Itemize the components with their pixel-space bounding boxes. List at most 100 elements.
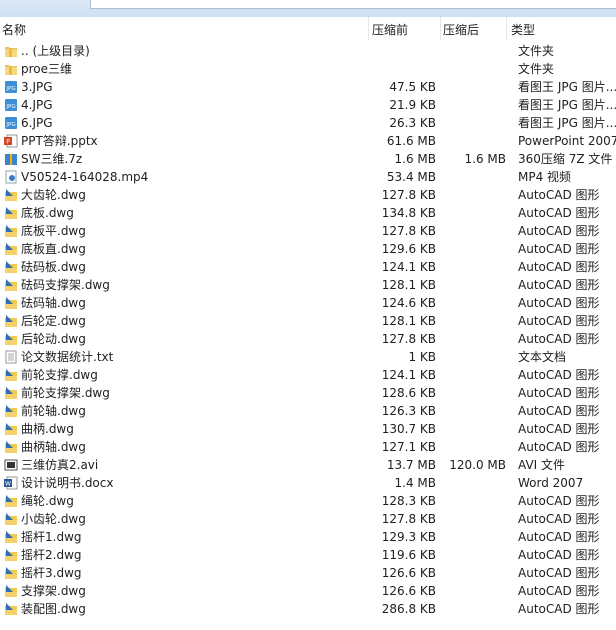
jpg-icon: JPG — [4, 80, 18, 94]
file-type: PowerPoint 2007 — [518, 134, 616, 148]
size-before: 124.1 KB — [381, 368, 436, 382]
file-name: 6.JPG — [21, 116, 53, 130]
file-name: 摇杆1.dwg — [21, 530, 82, 544]
dwg-icon — [4, 278, 18, 292]
size-before: 21.9 KB — [389, 98, 436, 112]
file-row[interactable]: V50524-164028.mp4 53.4 MB MP4 视频 — [0, 168, 616, 186]
file-type: 文本文档 — [518, 350, 567, 364]
file-name: 前轮轴.dwg — [21, 404, 86, 418]
dwg-icon — [4, 404, 18, 418]
avi-icon — [4, 458, 18, 472]
dwg-icon — [4, 440, 18, 454]
file-name: 砝码轴.dwg — [21, 296, 86, 310]
file-row[interactable]: 摇杆2.dwg 119.6 KB AutoCAD 图形 — [0, 546, 616, 564]
size-before: 128.6 KB — [381, 386, 436, 400]
file-name: SW三维.7z — [21, 152, 83, 166]
size-before: 26.3 KB — [389, 116, 436, 130]
file-name: 砝码板.dwg — [21, 260, 86, 274]
file-name: 设计说明书.docx — [21, 476, 114, 490]
file-name: 底板平.dwg — [21, 224, 86, 238]
file-row[interactable]: 底板.dwg 134.8 KB AutoCAD 图形 — [0, 204, 616, 222]
file-row[interactable]: 砝码轴.dwg 124.6 KB AutoCAD 图形 — [0, 294, 616, 312]
column-divider[interactable] — [368, 17, 369, 41]
column-name[interactable]: 名称 — [2, 21, 26, 38]
dwg-icon — [4, 206, 18, 220]
file-row[interactable]: 砝码支撑架.dwg 128.1 KB AutoCAD 图形 — [0, 276, 616, 294]
file-row[interactable]: 摇杆1.dwg 129.3 KB AutoCAD 图形 — [0, 528, 616, 546]
file-name: PPT答辩.pptx — [21, 134, 98, 148]
file-row[interactable]: 论文数据统计.txt 1 KB 文本文档 — [0, 348, 616, 366]
size-before: 53.4 MB — [386, 170, 436, 184]
file-type: AutoCAD 图形 — [518, 206, 600, 220]
file-row[interactable]: 摇杆3.dwg 126.6 KB AutoCAD 图形 — [0, 564, 616, 582]
file-row[interactable]: JPG 3.JPG 47.5 KB 看图王 JPG 图片... — [0, 78, 616, 96]
file-name: .. (上级目录) — [21, 44, 90, 58]
size-before: 129.6 KB — [381, 242, 436, 256]
dwg-icon — [4, 296, 18, 310]
file-type: 看图王 JPG 图片... — [518, 116, 616, 130]
file-name: 装配图.dwg — [21, 602, 86, 616]
dwg-icon — [4, 422, 18, 436]
file-row[interactable]: 底板直.dwg 129.6 KB AutoCAD 图形 — [0, 240, 616, 258]
column-divider[interactable] — [506, 17, 507, 41]
file-row[interactable]: 绳轮.dwg 128.3 KB AutoCAD 图形 — [0, 492, 616, 510]
file-type: AutoCAD 图形 — [518, 440, 600, 454]
dwg-icon — [4, 224, 18, 238]
file-row[interactable]: P PPT答辩.pptx 61.6 MB PowerPoint 2007 — [0, 132, 616, 150]
size-before: 47.5 KB — [389, 80, 436, 94]
file-row[interactable]: 支撑架.dwg 126.6 KB AutoCAD 图形 — [0, 582, 616, 600]
file-type: AutoCAD 图形 — [518, 602, 600, 616]
file-row[interactable]: 曲柄.dwg 130.7 KB AutoCAD 图形 — [0, 420, 616, 438]
file-type: AutoCAD 图形 — [518, 278, 600, 292]
video-icon — [4, 170, 18, 184]
file-row[interactable]: 曲柄轴.dwg 127.1 KB AutoCAD 图形 — [0, 438, 616, 456]
file-name: 摇杆2.dwg — [21, 548, 82, 562]
column-divider[interactable] — [440, 17, 441, 41]
file-row[interactable]: 小齿轮.dwg 127.8 KB AutoCAD 图形 — [0, 510, 616, 528]
size-before: 134.8 KB — [381, 206, 436, 220]
file-type: 文件夹 — [518, 44, 555, 58]
size-before: 128.1 KB — [381, 278, 436, 292]
size-before: 128.1 KB — [381, 314, 436, 328]
size-before: 130.7 KB — [381, 422, 436, 436]
file-type: AutoCAD 图形 — [518, 314, 600, 328]
file-row[interactable]: SW三维.7z 1.6 MB 1.6 MB 360压缩 7Z 文件 — [0, 150, 616, 168]
file-name: 摇杆3.dwg — [21, 566, 82, 580]
file-row[interactable]: .. (上级目录) 文件夹 — [0, 42, 616, 60]
jpg-icon: JPG — [4, 98, 18, 112]
file-type: 文件夹 — [518, 62, 555, 76]
column-before[interactable]: 压缩前 — [372, 21, 408, 38]
file-type: AutoCAD 图形 — [518, 494, 600, 508]
size-before: 61.6 MB — [386, 134, 436, 148]
dwg-icon — [4, 548, 18, 562]
file-row[interactable]: 大齿轮.dwg 127.8 KB AutoCAD 图形 — [0, 186, 616, 204]
file-row[interactable]: JPG 4.JPG 21.9 KB 看图王 JPG 图片... — [0, 96, 616, 114]
file-row[interactable]: 前轮支撑.dwg 124.1 KB AutoCAD 图形 — [0, 366, 616, 384]
size-before: 127.8 KB — [381, 332, 436, 346]
file-row[interactable]: 前轮轴.dwg 126.3 KB AutoCAD 图形 — [0, 402, 616, 420]
size-before: 127.8 KB — [381, 224, 436, 238]
dwg-icon — [4, 260, 18, 274]
file-name: 前轮支撑架.dwg — [21, 386, 110, 400]
file-row[interactable]: 后轮动.dwg 127.8 KB AutoCAD 图形 — [0, 330, 616, 348]
dwg-icon — [4, 566, 18, 580]
file-row[interactable]: proe三维 文件夹 — [0, 60, 616, 78]
file-row[interactable]: 后轮定.dwg 128.1 KB AutoCAD 图形 — [0, 312, 616, 330]
column-type[interactable]: 类型 — [511, 21, 535, 38]
column-after[interactable]: 压缩后 — [443, 21, 479, 38]
size-before: 13.7 MB — [386, 458, 436, 472]
file-name: 后轮定.dwg — [21, 314, 86, 328]
file-row[interactable]: 底板平.dwg 127.8 KB AutoCAD 图形 — [0, 222, 616, 240]
file-type: Word 2007 — [518, 476, 584, 490]
file-name: proe三维 — [21, 62, 73, 76]
file-row[interactable]: 前轮支撑架.dwg 128.6 KB AutoCAD 图形 — [0, 384, 616, 402]
file-row[interactable]: 砝码板.dwg 124.1 KB AutoCAD 图形 — [0, 258, 616, 276]
file-name: 论文数据统计.txt — [21, 350, 114, 364]
address-bar[interactable] — [90, 0, 616, 9]
file-name: 大齿轮.dwg — [21, 188, 86, 202]
file-row[interactable]: JPG 6.JPG 26.3 KB 看图王 JPG 图片... — [0, 114, 616, 132]
file-row[interactable]: 装配图.dwg 286.8 KB AutoCAD 图形 — [0, 600, 616, 618]
file-type: AutoCAD 图形 — [518, 512, 600, 526]
file-row[interactable]: W 设计说明书.docx 1.4 MB Word 2007 — [0, 474, 616, 492]
file-row[interactable]: 三维仿真2.avi 13.7 MB 120.0 MB AVI 文件 — [0, 456, 616, 474]
